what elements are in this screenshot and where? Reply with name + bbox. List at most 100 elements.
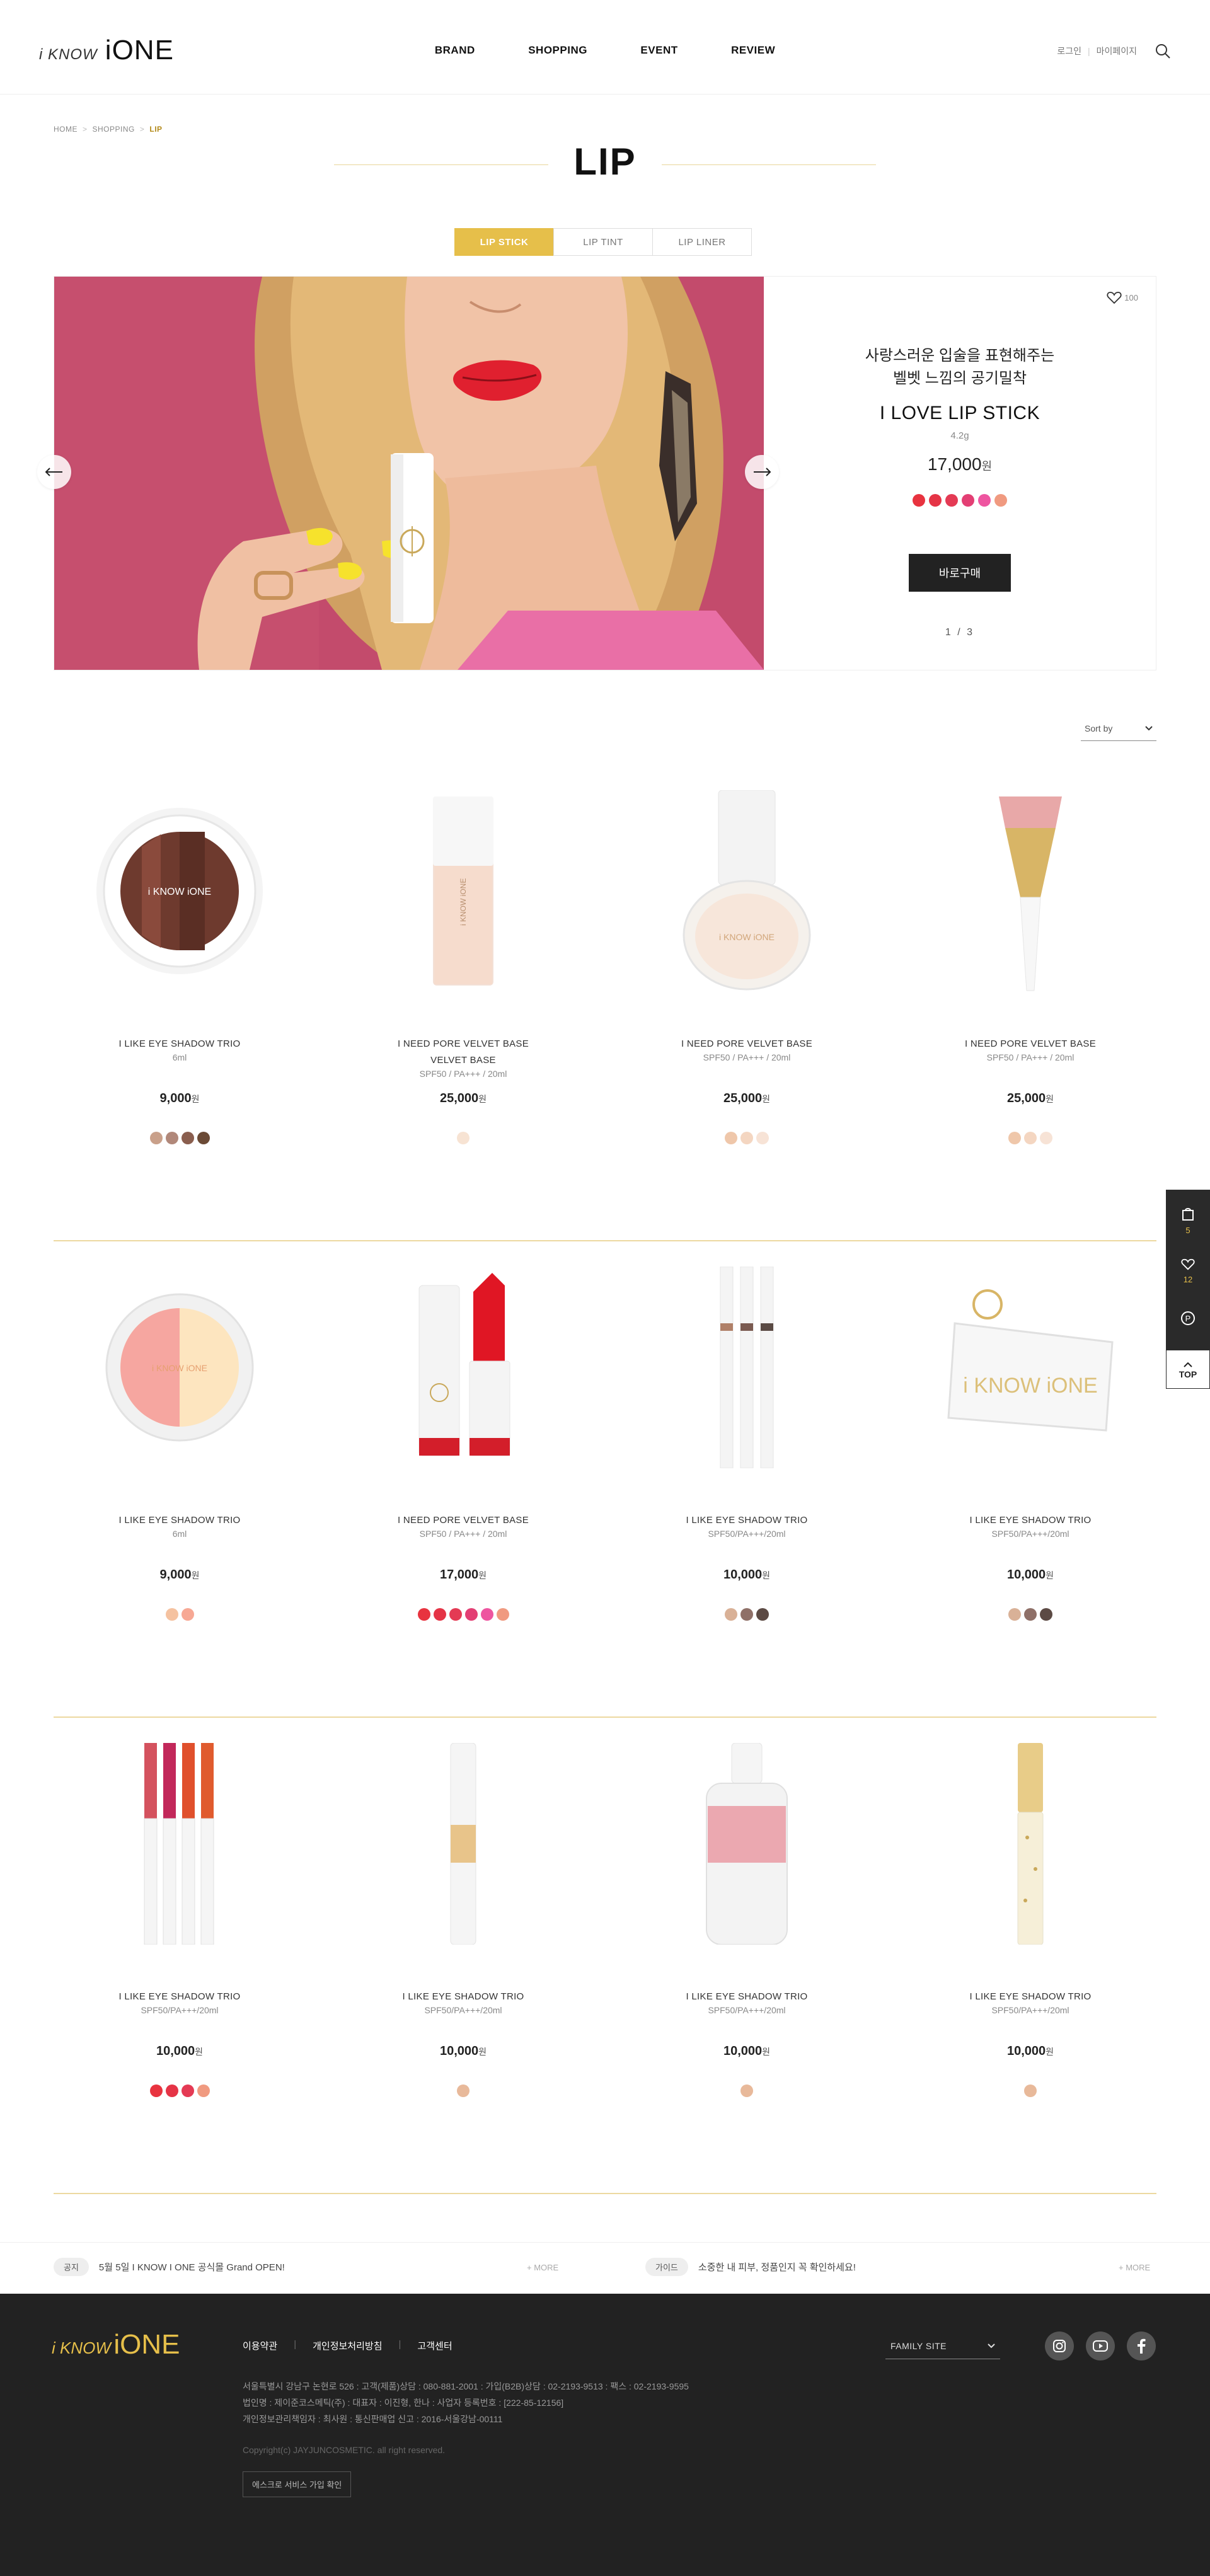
search-icon[interactable] — [1155, 43, 1171, 59]
color-swatch[interactable] — [929, 494, 942, 507]
category-tabs: LIP STICK LIP TINT LIP LINER — [454, 228, 752, 256]
color-swatch[interactable] — [740, 1608, 753, 1621]
company-info-line: 법인명 : 제이준코스메틱(주) : 대표자 : 이진형, 한나 : 사업자 등… — [243, 2398, 564, 2408]
color-swatch[interactable] — [1040, 1132, 1052, 1144]
color-swatch[interactable] — [433, 1608, 446, 1621]
color-swatch[interactable] — [1024, 2084, 1037, 2097]
breadcrumb-home[interactable]: HOME — [54, 125, 78, 134]
color-swatch[interactable] — [149, 1132, 163, 1144]
hero-next-button[interactable] — [745, 455, 779, 489]
site-footer: i KNOW iONE 이용약관 | 개인정보처리방침 | 고객센터 서울특별시… — [0, 2294, 1210, 2576]
product-card[interactable]: i KNOW iONE I NEED PORE VELVET BASE VELVE… — [337, 765, 589, 1241]
mypage-link[interactable]: 마이페이지 — [1097, 45, 1137, 57]
notice-item[interactable]: 공지 5월 5일 I KNOW I ONE 공식몰 Grand OPEN! — [54, 2258, 285, 2276]
tab-lip-stick[interactable]: LIP STICK — [454, 228, 554, 256]
breadcrumb-shopping[interactable]: SHOPPING — [93, 125, 135, 134]
color-swatch[interactable] — [994, 494, 1007, 507]
color-swatch[interactable] — [962, 494, 974, 507]
color-swatch[interactable] — [149, 2084, 163, 2097]
color-swatch[interactable] — [457, 2084, 470, 2097]
hero-description: 사랑스러운 입술을 표현해주는 벨벳 느낌의 공기밀착 — [764, 345, 1156, 390]
color-swatch[interactable] — [1040, 1608, 1052, 1621]
hero-desc-line2: 벨벳 느낌의 공기밀착 — [892, 370, 1027, 387]
product-card[interactable]: I LIKE EYE SHADOW TRIO SPF50/PA+++/20ml … — [621, 1241, 873, 1718]
support-link[interactable]: 고객센터 — [417, 2339, 452, 2352]
hero-prev-button[interactable] — [37, 455, 71, 489]
notice-more-link[interactable]: + MORE — [527, 2263, 558, 2272]
product-card[interactable]: I NEED PORE VELVET BASE SPF50 / PA+++ / … — [337, 1241, 589, 1718]
buy-now-button[interactable]: 바로구매 — [909, 554, 1011, 592]
color-swatch[interactable] — [1008, 1608, 1021, 1621]
tab-lip-tint[interactable]: LIP TINT — [553, 228, 653, 256]
company-info: 서울특별시 강남구 논현로 526 : 고객(제품)상담 : 080-881-2… — [243, 2378, 689, 2427]
like-button[interactable]: 100 — [1107, 290, 1138, 304]
nav-event[interactable]: EVENT — [640, 44, 677, 57]
login-link[interactable]: 로그인 — [1057, 45, 1081, 57]
top-label: TOP — [1178, 1369, 1197, 1379]
product-card[interactable]: I LIKE EYE SHADOW TRIO SPF50/PA+++/20ml … — [904, 1718, 1156, 2194]
product-card[interactable]: I NEED PORE VELVET BASE SPF50 / PA+++ / … — [904, 765, 1156, 1241]
arrow-left-icon — [45, 468, 62, 476]
footer-logo[interactable]: i KNOW iONE — [52, 2329, 180, 2360]
youtube-button[interactable] — [1086, 2332, 1115, 2360]
color-swatch[interactable] — [181, 2084, 194, 2097]
color-swatch[interactable] — [464, 1608, 478, 1621]
color-swatch[interactable] — [756, 1608, 769, 1621]
color-swatch[interactable] — [197, 2084, 210, 2097]
color-swatch[interactable] — [457, 1132, 470, 1144]
escrow-button[interactable]: 에스크로 서비스 가입 확인 — [243, 2471, 352, 2497]
quick-cart[interactable]: 5 — [1166, 1207, 1210, 1235]
color-swatch[interactable] — [978, 494, 991, 507]
quick-like[interactable]: 12 — [1166, 1258, 1210, 1284]
facebook-button[interactable] — [1127, 2332, 1156, 2360]
product-card[interactable]: i KNOW iONE I NEED PORE VELVET BASE SPF5… — [621, 765, 873, 1241]
color-swatch[interactable] — [165, 2084, 178, 2097]
nav-review[interactable]: REVIEW — [731, 44, 775, 57]
product-name: I LIKE EYE SHADOW TRIO — [686, 1991, 808, 2002]
color-swatch[interactable] — [417, 1608, 430, 1621]
product-card[interactable]: I LIKE EYE SHADOW TRIO SPF50/PA+++/20ml … — [54, 1718, 306, 2194]
product-card[interactable]: i KNOW iONE I LIKE EYE SHADOW TRIO SPF50… — [904, 1241, 1156, 1718]
product-swatches — [621, 1132, 873, 1144]
guide-item[interactable]: 가이드 소중한 내 피부, 정품인지 꼭 확인하세요! — [645, 2258, 856, 2276]
nav-shopping[interactable]: SHOPPING — [528, 44, 587, 57]
color-swatch[interactable] — [181, 1608, 194, 1621]
color-swatch[interactable] — [480, 1608, 493, 1621]
product-swatches — [621, 2084, 873, 2097]
tab-lip-liner[interactable]: LIP LINER — [652, 228, 752, 256]
product-card[interactable]: i KNOW iONE I LIKE EYE SHADOW TRIO 6ml 9… — [54, 765, 306, 1241]
product-image-bottle — [706, 1743, 788, 1945]
product-name: I LIKE EYE SHADOW TRIO — [686, 1515, 808, 1526]
color-swatch[interactable] — [945, 494, 958, 507]
color-swatch[interactable] — [165, 1608, 178, 1621]
guide-more-link[interactable]: + MORE — [1119, 2263, 1150, 2272]
color-swatch[interactable] — [496, 1608, 509, 1621]
family-site-select[interactable]: FAMILY SITE — [885, 2333, 1000, 2359]
color-swatch[interactable] — [449, 1608, 462, 1621]
terms-link[interactable]: 이용약관 — [243, 2339, 277, 2352]
product-card[interactable]: I LIKE EYE SHADOW TRIO SPF50/PA+++/20ml … — [621, 1718, 873, 2194]
color-swatch[interactable] — [165, 1132, 178, 1144]
product-card[interactable]: I LIKE EYE SHADOW TRIO SPF50/PA+++/20ml … — [337, 1718, 589, 2194]
color-swatch[interactable] — [725, 1132, 737, 1144]
instagram-button[interactable] — [1045, 2332, 1074, 2360]
color-swatch[interactable] — [1024, 1608, 1037, 1621]
color-swatch[interactable] — [197, 1132, 210, 1144]
color-swatch[interactable] — [1008, 1132, 1021, 1144]
privacy-link[interactable]: 개인정보처리방침 — [313, 2339, 382, 2352]
sort-select[interactable]: Sort by — [1081, 716, 1156, 741]
product-swatches — [54, 1132, 306, 1144]
breadcrumb: HOME > SHOPPING > LIP — [54, 125, 163, 134]
color-swatch[interactable] — [913, 494, 925, 507]
quick-point[interactable]: P — [1166, 1311, 1210, 1329]
product-card[interactable]: i KNOW iONE I LIKE EYE SHADOW TRIO 6ml 9… — [54, 1241, 306, 1718]
color-swatch[interactable] — [725, 1608, 737, 1621]
nav-brand[interactable]: BRAND — [435, 44, 475, 57]
product-row: I LIKE EYE SHADOW TRIO SPF50/PA+++/20ml … — [54, 1718, 1156, 2194]
color-swatch[interactable] — [181, 1132, 194, 1144]
scroll-top-button[interactable]: TOP — [1166, 1350, 1210, 1389]
color-swatch[interactable] — [1024, 1132, 1037, 1144]
color-swatch[interactable] — [740, 2084, 753, 2097]
color-swatch[interactable] — [756, 1132, 769, 1144]
color-swatch[interactable] — [740, 1132, 753, 1144]
